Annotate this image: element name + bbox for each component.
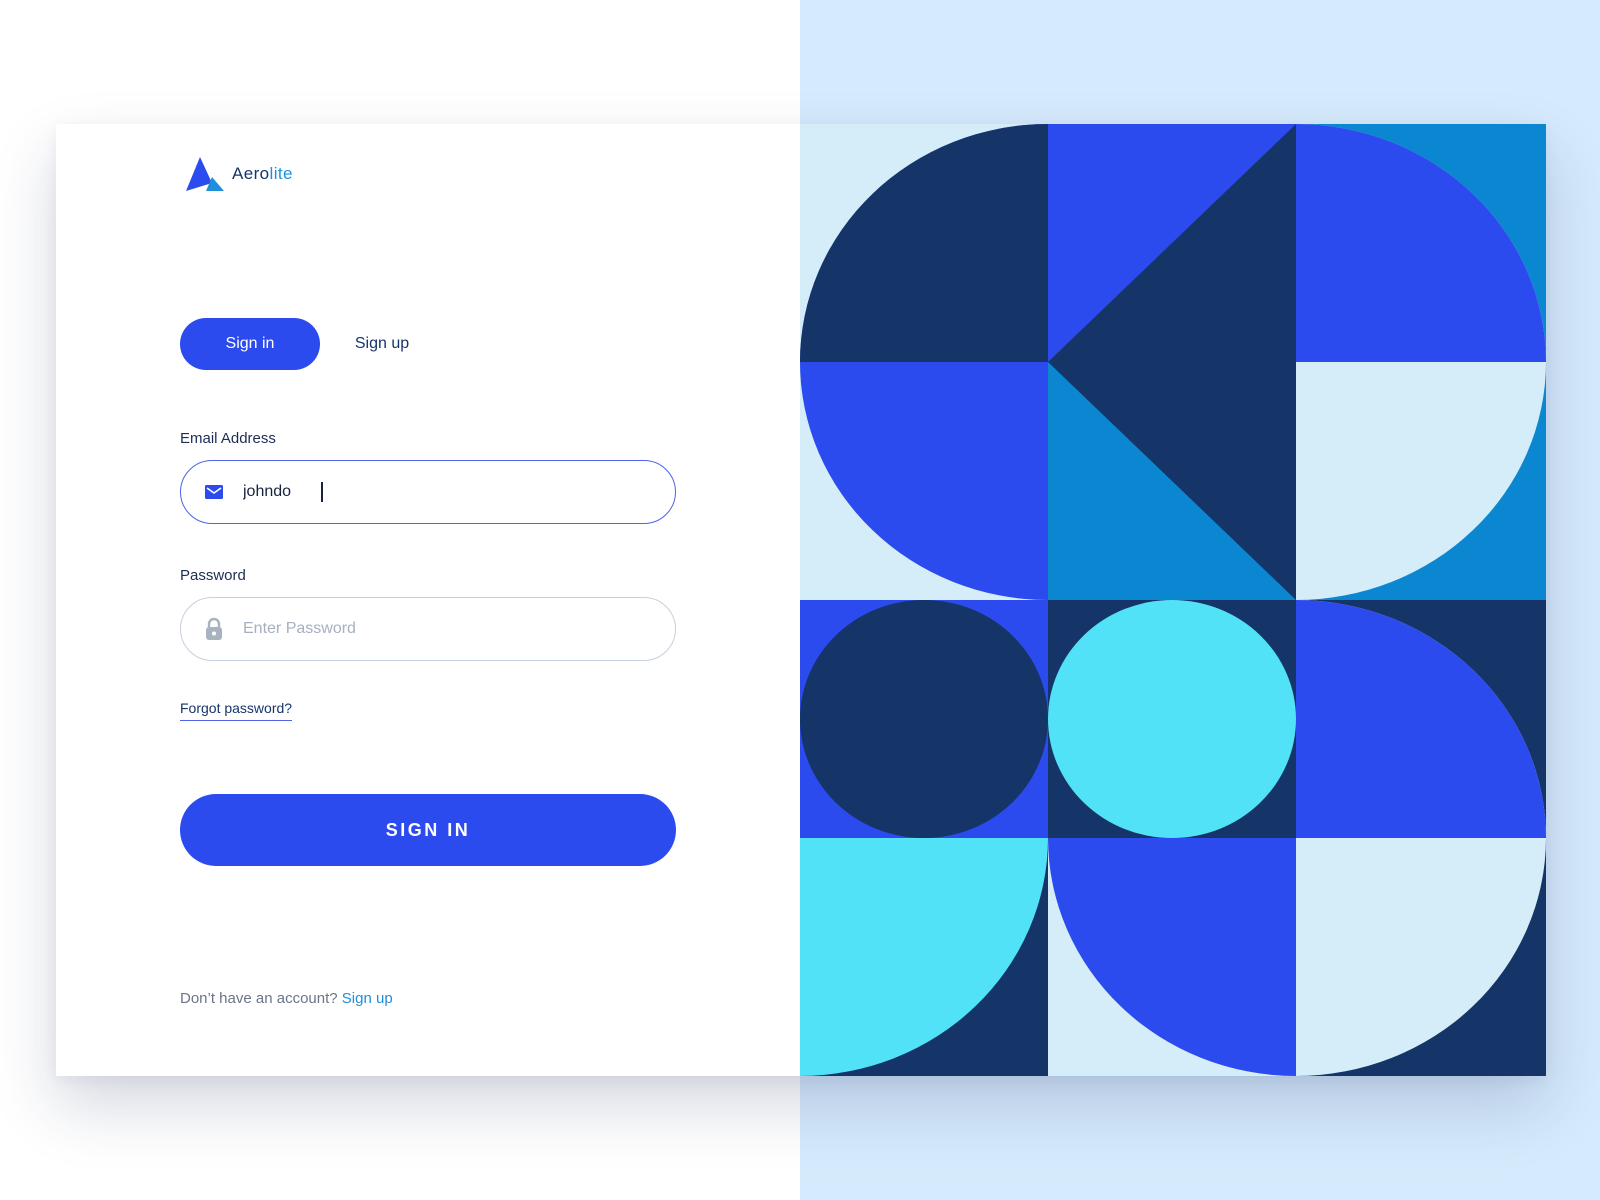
art-circle-navy: [800, 600, 1048, 838]
envelope-icon: [203, 481, 225, 503]
auth-tabs: Sign in Sign up: [180, 318, 444, 370]
email-input[interactable]: [243, 483, 320, 501]
aerolite-logo-icon: [186, 157, 224, 191]
brand-logo[interactable]: Aerolite: [184, 154, 293, 194]
sign-in-button[interactable]: SIGN IN: [180, 794, 676, 866]
password-label: Password: [180, 567, 246, 584]
lock-icon: [203, 617, 225, 640]
password-field[interactable]: [180, 597, 676, 661]
tab-sign-in[interactable]: Sign in: [180, 318, 320, 370]
geometric-artwork: [800, 124, 1546, 1076]
signup-prompt: Don’t have an account? Sign up: [180, 990, 393, 1007]
brand-name-main: Aero: [232, 164, 270, 183]
forgot-password-link[interactable]: Forgot password?: [180, 700, 293, 721]
password-input[interactable]: [243, 620, 623, 638]
login-card: Aerolite Sign in Sign up Email Address P…: [56, 124, 1546, 1076]
brand-name-accent: lite: [269, 164, 293, 183]
email-field[interactable]: [180, 460, 676, 524]
text-caret: [321, 482, 323, 502]
tab-sign-up[interactable]: Sign up: [320, 318, 444, 370]
brand-name: Aerolite: [232, 164, 293, 184]
email-label: Email Address: [180, 430, 276, 447]
art-circle-cyan: [1048, 600, 1296, 838]
signup-link[interactable]: Sign up: [342, 990, 393, 1007]
signup-prompt-text: Don’t have an account?: [180, 990, 338, 1007]
